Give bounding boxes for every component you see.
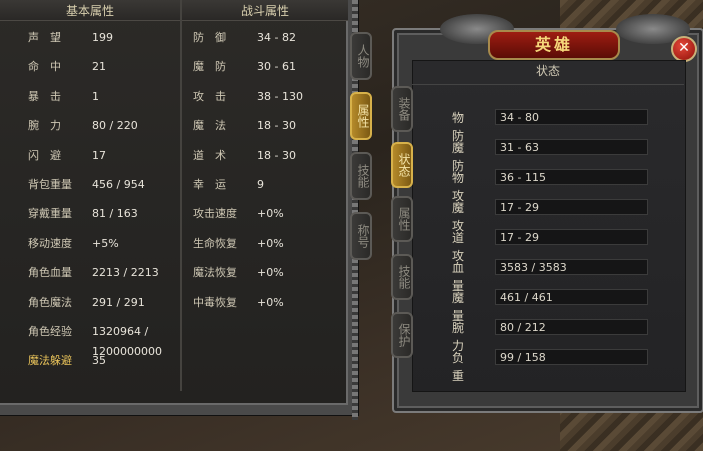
stat-value: +0%	[257, 295, 284, 309]
stat-label: 幸 运	[193, 178, 226, 191]
stat-label: 闪 避	[28, 148, 61, 162]
stat-value: 18 - 30	[257, 119, 296, 133]
combat-stat-row: 攻击速度 +0%	[193, 204, 343, 224]
basic-stat-row: 穿戴重量 81 / 163	[28, 204, 178, 224]
stat-label: 魔法躲避	[28, 354, 72, 368]
stat-label: 暴 击	[28, 89, 61, 103]
combat-stat-row: 幸 运 9	[193, 175, 343, 195]
hero-tab-2[interactable]: 属性	[391, 196, 413, 242]
basic-stat-row: 声 望 199	[28, 28, 178, 48]
combat-stat-row: 中毒恢复 +0%	[193, 293, 343, 313]
stat-value: 9	[257, 178, 264, 191]
stat-label: 道 术	[193, 148, 226, 162]
combat-stat-row: 生命恢复 +0%	[193, 234, 343, 254]
stat-label: 角色血量	[28, 266, 72, 280]
stat-value-box: 99 / 158	[495, 349, 648, 365]
stat-value: 17	[92, 148, 106, 162]
combat-attributes-heading: 战斗属性	[240, 4, 289, 18]
stat-value: 35	[92, 354, 106, 368]
stat-value: 34 - 82	[257, 31, 296, 44]
basic-stat-row: 角色血量 2213 / 2213	[28, 263, 178, 283]
basic-stat-row: 腕 力 80 / 220	[28, 116, 178, 136]
stat-label: 中毒恢复	[193, 295, 237, 309]
stat-value: 291 / 291	[92, 295, 145, 309]
stat-value: 1	[92, 89, 99, 103]
stat-value: 38 - 130	[257, 89, 303, 103]
basic-stat-row: 闪 避 17	[28, 146, 178, 166]
stat-value-box: 461 / 461	[495, 289, 648, 305]
stat-value: 30 - 61	[257, 60, 296, 74]
stat-label: 声 望	[28, 31, 61, 44]
tab-0[interactable]: 人物	[350, 32, 372, 80]
stat-value: +5%	[92, 236, 119, 250]
stat-value: +0%	[257, 266, 284, 280]
stat-value-box: 3583 / 3583	[495, 259, 648, 275]
hero-tab-4[interactable]: 保护	[391, 312, 413, 358]
basic-attributes-heading: 基本属性	[65, 4, 114, 18]
status-divider	[412, 84, 684, 85]
combat-stat-row: 魔法恢复 +0%	[193, 263, 343, 283]
hero-tab-0[interactable]: 装备	[391, 86, 413, 132]
stat-label: 腕 力	[28, 119, 61, 133]
stat-label: 魔法恢复	[193, 266, 237, 280]
stat-label: 穿戴重量	[28, 207, 72, 221]
combat-stat-row: 攻 击 38 - 130	[193, 87, 343, 107]
stat-value: 21	[92, 60, 106, 74]
stat-value: 2213 / 2213	[92, 266, 159, 280]
close-icon[interactable]: ✕	[671, 36, 697, 62]
stat-value: 18 - 30	[257, 148, 296, 162]
hero-tab-3[interactable]: 技能	[391, 254, 413, 300]
stat-label: 攻击速度	[193, 207, 237, 221]
basic-stat-row: 背包重量 456 / 954	[28, 175, 178, 195]
tab-2[interactable]: 技能	[350, 152, 372, 200]
basic-stat-row: 角色经验 1320964 / 1200000000	[28, 322, 178, 358]
tab-3[interactable]: 称号	[350, 212, 372, 260]
stat-value-box: 34 - 80	[495, 109, 648, 125]
attributes-header: 基本属性 战斗属性	[0, 0, 348, 21]
combat-stat-row: 魔 防 30 - 61	[193, 57, 343, 77]
stat-label: 魔 防	[193, 60, 226, 74]
stat-label: 角色经验	[28, 325, 72, 338]
stat-value: 80 / 220	[92, 119, 138, 133]
stat-label: 攻 击	[193, 89, 226, 103]
stat-value: 199	[92, 31, 113, 44]
stat-label: 防 御	[193, 31, 226, 44]
stat-value-box: 31 - 63	[495, 139, 648, 155]
stat-label: 角色魔法	[28, 295, 72, 309]
basic-stat-row: 角色魔法 291 / 291	[28, 293, 178, 313]
basic-stat-row: 魔法躲避 35	[28, 351, 178, 371]
tab-1[interactable]: 属性	[350, 92, 372, 140]
combat-stat-row: 道 术 18 - 30	[193, 146, 343, 166]
stat-label: 移动速度	[28, 236, 72, 250]
stat-value-box: 80 / 212	[495, 319, 648, 335]
stat-label: 背包重量	[28, 178, 72, 191]
stat-value: 456 / 954	[92, 178, 145, 191]
combat-stat-row: 魔 法 18 - 30	[193, 116, 343, 136]
stat-value: 81 / 163	[92, 207, 138, 221]
hero-tab-1[interactable]: 状态	[391, 142, 413, 188]
stat-label: 生命恢复	[193, 236, 237, 250]
stat-value: +0%	[257, 207, 284, 221]
status-heading: 状态	[535, 64, 560, 78]
stat-label: 魔 法	[193, 119, 226, 133]
basic-stat-row: 命 中 21	[28, 57, 178, 77]
stat-label: 命 中	[28, 60, 61, 74]
stat-value: +0%	[257, 236, 284, 250]
basic-stat-row: 移动速度 +5%	[28, 234, 178, 254]
column-divider	[180, 0, 182, 391]
hero-title: 英雄	[488, 30, 620, 60]
basic-stat-row: 暴 击 1	[28, 87, 178, 107]
stat-value-box: 36 - 115	[495, 169, 648, 185]
stat-value-box: 17 - 29	[495, 229, 648, 245]
stat-label: 负重	[452, 351, 465, 383]
stat-value-box: 17 - 29	[495, 199, 648, 215]
combat-stat-row: 防 御 34 - 82	[193, 28, 343, 48]
